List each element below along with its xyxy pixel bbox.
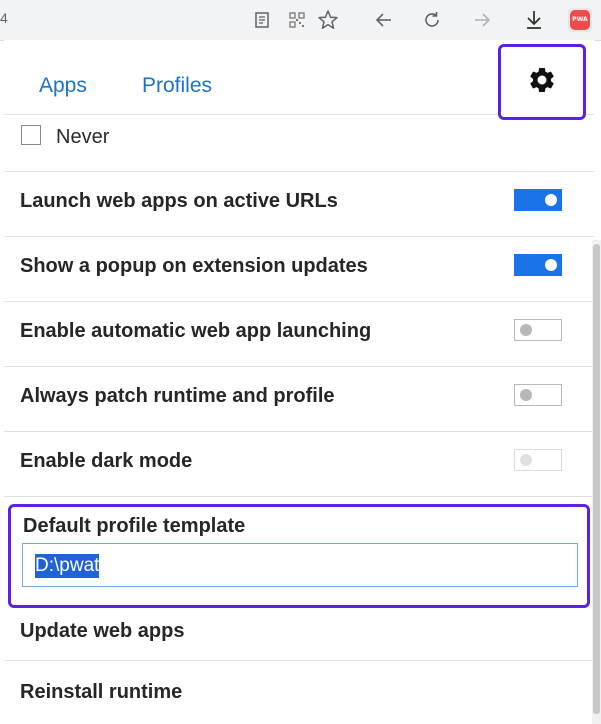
tab-profiles[interactable]: Profiles bbox=[142, 74, 212, 98]
toggle-knob bbox=[545, 259, 557, 271]
extension-popup: Apps Profiles Never Launch web apps on a… bbox=[4, 40, 594, 724]
scrollbar-thumb[interactable] bbox=[593, 244, 600, 714]
dark-mode-toggle[interactable] bbox=[514, 449, 562, 471]
settings-button[interactable] bbox=[498, 44, 586, 120]
reload-icon[interactable] bbox=[418, 6, 446, 34]
profile-template-input[interactable]: D:\pwat bbox=[22, 543, 578, 587]
always-patch-toggle[interactable] bbox=[514, 384, 562, 406]
update-web-apps-button[interactable]: Update web apps bbox=[20, 620, 184, 643]
setting-update-popup: Show a popup on extension updates bbox=[4, 236, 594, 301]
setting-always-patch: Always patch runtime and profile bbox=[4, 366, 594, 431]
setting-launch-on-urls: Launch web apps on active URLs bbox=[4, 171, 594, 236]
reinstall-runtime-row: Reinstall runtime bbox=[4, 660, 594, 724]
never-option: Never bbox=[4, 114, 594, 162]
setting-automatic-launching: Enable automatic web app launching bbox=[4, 301, 594, 366]
setting-label: Enable dark mode bbox=[20, 450, 193, 472]
update-web-apps-row: Update web apps bbox=[4, 608, 594, 660]
reinstall-runtime-button[interactable]: Reinstall runtime bbox=[20, 681, 182, 704]
browser-toolbar: 4 PWA bbox=[0, 0, 601, 41]
toggle-knob bbox=[520, 389, 532, 401]
template-label: Default profile template bbox=[23, 515, 246, 537]
toggle-knob bbox=[520, 454, 532, 466]
tab-apps[interactable]: Apps bbox=[39, 74, 87, 98]
toggle-knob bbox=[545, 194, 557, 206]
reader-mode-icon[interactable] bbox=[248, 6, 276, 34]
setting-label: Always patch runtime and profile bbox=[20, 385, 335, 407]
profile-template-value: D:\pwat bbox=[35, 554, 100, 578]
default-profile-template-section: Default profile template D:\pwat bbox=[8, 504, 590, 608]
launch-on-urls-toggle[interactable] bbox=[514, 189, 562, 211]
pwa-badge: PWA bbox=[570, 10, 590, 30]
address-bar-fragment: 4 bbox=[0, 10, 8, 26]
qr-code-icon[interactable] bbox=[283, 6, 311, 34]
pwa-extension-icon[interactable]: PWA bbox=[568, 8, 592, 32]
automatic-launching-toggle[interactable] bbox=[514, 319, 562, 341]
popup-tabs: Apps Profiles bbox=[4, 40, 594, 120]
setting-dark-mode: Enable dark mode bbox=[4, 431, 594, 496]
never-checkbox[interactable] bbox=[21, 125, 41, 145]
setting-label: Show a popup on extension updates bbox=[20, 255, 368, 277]
gear-icon bbox=[527, 65, 557, 100]
setting-label: Enable automatic web app launching bbox=[20, 320, 372, 342]
download-icon[interactable] bbox=[520, 6, 548, 34]
update-popup-toggle[interactable] bbox=[514, 254, 562, 276]
back-arrow-icon[interactable] bbox=[370, 6, 398, 34]
never-label: Never bbox=[56, 126, 110, 148]
divider bbox=[4, 496, 594, 497]
forward-arrow-icon[interactable] bbox=[468, 6, 496, 34]
bookmark-star-icon[interactable] bbox=[314, 6, 342, 34]
setting-label: Launch web apps on active URLs bbox=[20, 190, 338, 212]
scrollbar[interactable] bbox=[592, 240, 601, 724]
toggle-knob bbox=[520, 324, 532, 336]
